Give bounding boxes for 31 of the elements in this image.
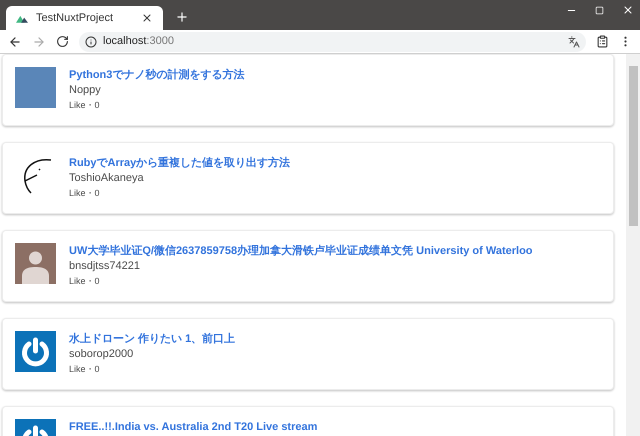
tab-title: TestNuxtProject: [36, 10, 114, 26]
like-count[interactable]: Like・0: [69, 186, 290, 200]
like-count[interactable]: Like・0: [69, 362, 236, 376]
post-title-link[interactable]: UW大学毕业证Q/微信2637859758办理加拿大滑铁卢毕业证成绩单文凭 University of Waterloo: [69, 244, 533, 259]
reload-icon[interactable]: [56, 35, 69, 48]
author-name: ToshioAkaneya: [69, 171, 145, 186]
maximize-icon[interactable]: [595, 6, 604, 14]
author-name: Noppy: [69, 83, 102, 98]
mountain-logo-icon: [16, 14, 28, 22]
post-title-link[interactable]: Python3でナノ秒の計測をする方法: [69, 68, 244, 83]
close-icon[interactable]: [622, 4, 634, 16]
close-icon[interactable]: [141, 12, 153, 24]
address-bar[interactable]: localhost:3000: [79, 32, 586, 52]
like-count[interactable]: Like・0: [69, 274, 533, 288]
like-count[interactable]: Like・0: [69, 98, 244, 112]
clipboard-icon[interactable]: [596, 35, 609, 48]
author-name: bnsdjtss74221: [69, 259, 141, 274]
post-title-link[interactable]: FREE..!!.India vs. Australia 2nd T20 Live stream: [69, 420, 318, 435]
scrollbar[interactable]: [626, 54, 640, 436]
post-title-link[interactable]: RubyでArrayから重複した値を取り出す方法: [69, 156, 290, 171]
url-text: localhost:3000: [103, 34, 174, 50]
browser-tab[interactable]: TestNuxtProject: [6, 6, 163, 30]
person-silhouette-icon: [15, 243, 56, 284]
info-icon[interactable]: [85, 36, 97, 48]
back-icon[interactable]: [8, 34, 22, 48]
new-tab-icon[interactable]: [175, 10, 189, 24]
power-icon: [15, 331, 56, 372]
author-name: soborop2000: [69, 347, 134, 362]
photo-placeholder: [15, 67, 56, 108]
post-title-link[interactable]: 水上ドローン 作りたい 1、前口上: [69, 332, 236, 347]
translate-icon[interactable]: [568, 36, 580, 48]
